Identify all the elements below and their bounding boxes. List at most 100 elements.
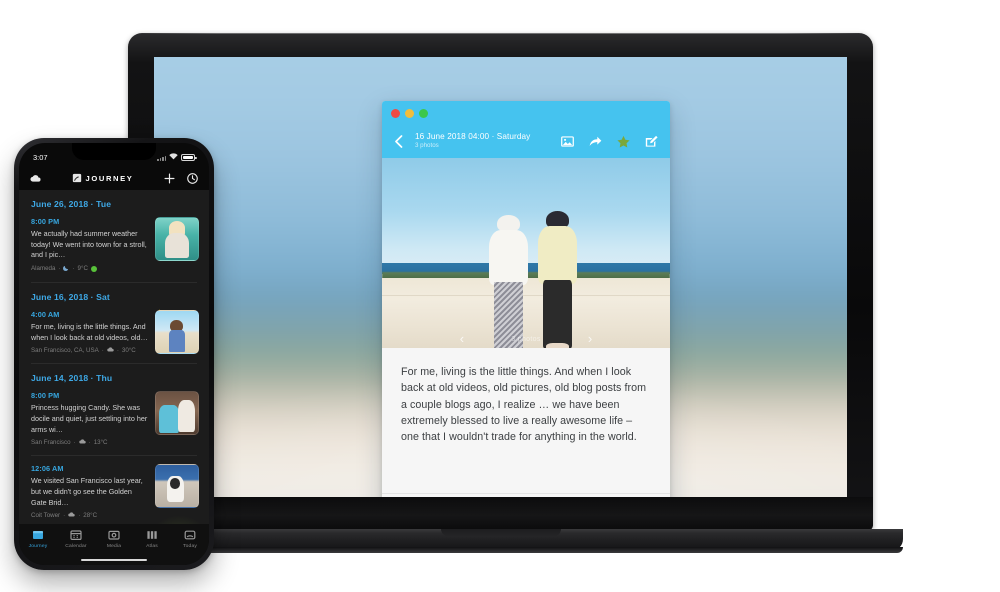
home-indicator — [81, 558, 147, 561]
list-item[interactable]: 4:00 AM For me, living is the little thi… — [19, 308, 209, 363]
laptop-device: 16 June 2018 04:00 · Saturday 3 photos ‹… — [98, 33, 903, 553]
laptop-foot — [98, 547, 903, 553]
meta-sep: · — [116, 347, 119, 355]
wifi-icon — [169, 153, 178, 162]
person-torso — [538, 226, 577, 284]
back-chevron-icon[interactable] — [391, 134, 405, 148]
close-button[interactable] — [391, 109, 400, 118]
list-item[interactable]: 8:00 PM We actually had summer weather t… — [19, 215, 209, 282]
screenshot-root: 16 June 2018 04:00 · Saturday 3 photos ‹… — [0, 0, 1000, 592]
entry-temperature: 13°C — [93, 439, 108, 447]
journey-book-icon — [72, 170, 82, 188]
tab-journey[interactable]: Journey — [19, 529, 57, 549]
star-icon[interactable] — [617, 135, 630, 148]
app-bar-actions — [164, 173, 198, 184]
entry-time: 8:00 PM — [31, 391, 60, 401]
toolbar-actions — [561, 135, 661, 148]
clock-icon[interactable] — [187, 173, 198, 184]
entry-meta: Coit Tower · · 28°C — [31, 512, 148, 519]
entry-text: For me, living is the little things. And… — [401, 366, 647, 444]
entry-snippet: Princess hugging Candy. She was docile a… — [31, 403, 148, 434]
signal-icon — [157, 155, 166, 161]
entry-content: 8:00 PM We actually had summer weather t… — [31, 217, 148, 273]
cloud-icon — [78, 439, 86, 446]
person-torso — [489, 229, 529, 286]
laptop-lid: 16 June 2018 04:00 · Saturday 3 photos ‹… — [128, 33, 873, 531]
today-icon — [184, 529, 196, 541]
cloud-icon — [68, 512, 75, 519]
phone-device: 3:07 JOURNEY June 26, 2018 · Tue 8:00 PM… — [14, 138, 214, 570]
list-item[interactable]: 12:06 AM We visited San Francisco last y… — [19, 456, 209, 528]
status-time: 3:07 — [33, 153, 48, 162]
entry-thumbnail[interactable] — [155, 464, 199, 509]
mood-dot — [90, 265, 97, 272]
calendar-icon — [70, 529, 82, 541]
media-icon — [108, 529, 120, 541]
meta-sep: · — [78, 512, 81, 520]
feed-date-header: June 16, 2018 · Sat — [31, 291, 110, 302]
journey-feed[interactable]: June 26, 2018 · Tue 8:00 PM We actually … — [19, 190, 209, 534]
entry-content: 4:00 AM For me, living is the little thi… — [31, 310, 148, 354]
phone-notch — [72, 143, 156, 160]
carousel-photo-count: 3 photos — [511, 336, 541, 343]
meta-sep: · — [101, 347, 104, 355]
plus-icon[interactable] — [164, 173, 175, 184]
tab-atlas[interactable]: Atlas — [133, 529, 171, 549]
entry-content: 8:00 PM Princess hugging Candy. She was … — [31, 391, 148, 446]
entry-snippet: We actually had summer weather today! We… — [31, 229, 147, 260]
phone-screen: 3:07 JOURNEY June 26, 2018 · Tue 8:00 PM… — [19, 143, 209, 565]
battery-icon — [181, 154, 197, 161]
journey-desktop-window: 16 June 2018 04:00 · Saturday 3 photos ‹… — [382, 101, 670, 497]
tab-label: Atlas — [146, 543, 158, 549]
meta-sep: · — [72, 265, 75, 273]
entry-location: Alameda — [31, 265, 56, 273]
minimize-button[interactable] — [405, 109, 414, 118]
entry-meta: Alameda · · 9°C — [31, 265, 148, 273]
moon-icon — [63, 265, 69, 273]
photo-icon[interactable] — [561, 135, 574, 148]
entry-meta: San Francisco, CA, USA · · 30°C — [31, 347, 148, 354]
entry-body: For me, living is the little things. And… — [382, 348, 670, 456]
entry-location: San Francisco, CA, USA — [31, 347, 99, 355]
entry-time: 8:00 PM — [31, 217, 60, 226]
entry-photo-count: 3 photos — [415, 141, 439, 149]
entry-time: 4:00 AM — [31, 309, 60, 319]
share-icon[interactable] — [589, 135, 602, 148]
meta-sep: · — [58, 265, 61, 273]
entry-temperature: 30°C — [121, 347, 136, 355]
tab-today[interactable]: Today — [171, 529, 209, 549]
app-brand-name: JOURNEY — [85, 174, 134, 183]
photo-person-right — [535, 211, 581, 348]
tab-label: Media — [106, 543, 122, 549]
tab-label: Journey — [28, 543, 48, 549]
entry-title: 16 June 2018 04:00 · Saturday — [415, 131, 531, 141]
app-brand: JOURNEY — [72, 170, 134, 188]
status-indicators — [157, 153, 197, 162]
entry-snippet: For me, living is the little things. And… — [31, 321, 148, 342]
entry-photo-carousel[interactable]: ‹ › 3 photos — [382, 158, 670, 348]
laptop-chin — [128, 497, 873, 531]
cloud-sync-icon[interactable] — [30, 173, 41, 184]
zoom-button[interactable] — [419, 109, 428, 118]
phone-app-bar: JOURNEY — [19, 167, 209, 190]
window-titlebar — [382, 101, 670, 128]
entry-snippet: We visited San Francisco last year, but … — [31, 476, 143, 507]
laptop-screen: 16 June 2018 04:00 · Saturday 3 photos ‹… — [154, 57, 847, 497]
tab-media[interactable]: Media — [95, 529, 133, 549]
list-item[interactable]: 8:00 PM Princess hugging Candy. She was … — [19, 389, 209, 455]
tab-calendar[interactable]: Calendar — [57, 529, 95, 549]
entry-thumbnail[interactable] — [155, 391, 199, 436]
entry-location: San Francisco — [31, 439, 71, 447]
entry-thumbnail[interactable] — [155, 217, 199, 261]
entry-temperature: 28°C — [83, 512, 98, 520]
entry-title-block: 16 June 2018 04:00 · Saturday 3 photos — [413, 131, 553, 150]
entry-thumbnail[interactable] — [155, 309, 199, 354]
journal-icon — [32, 529, 44, 541]
edit-icon[interactable] — [645, 135, 658, 148]
feed-date-header: June 26, 2018 · Tue — [31, 199, 112, 209]
entry-meta: San Francisco · · 13°C — [31, 439, 148, 446]
traffic-lights — [391, 109, 428, 118]
entry-time: 12:06 AM — [31, 464, 64, 474]
tab-label: Calendar — [65, 543, 87, 549]
meta-sep: · — [73, 439, 76, 447]
